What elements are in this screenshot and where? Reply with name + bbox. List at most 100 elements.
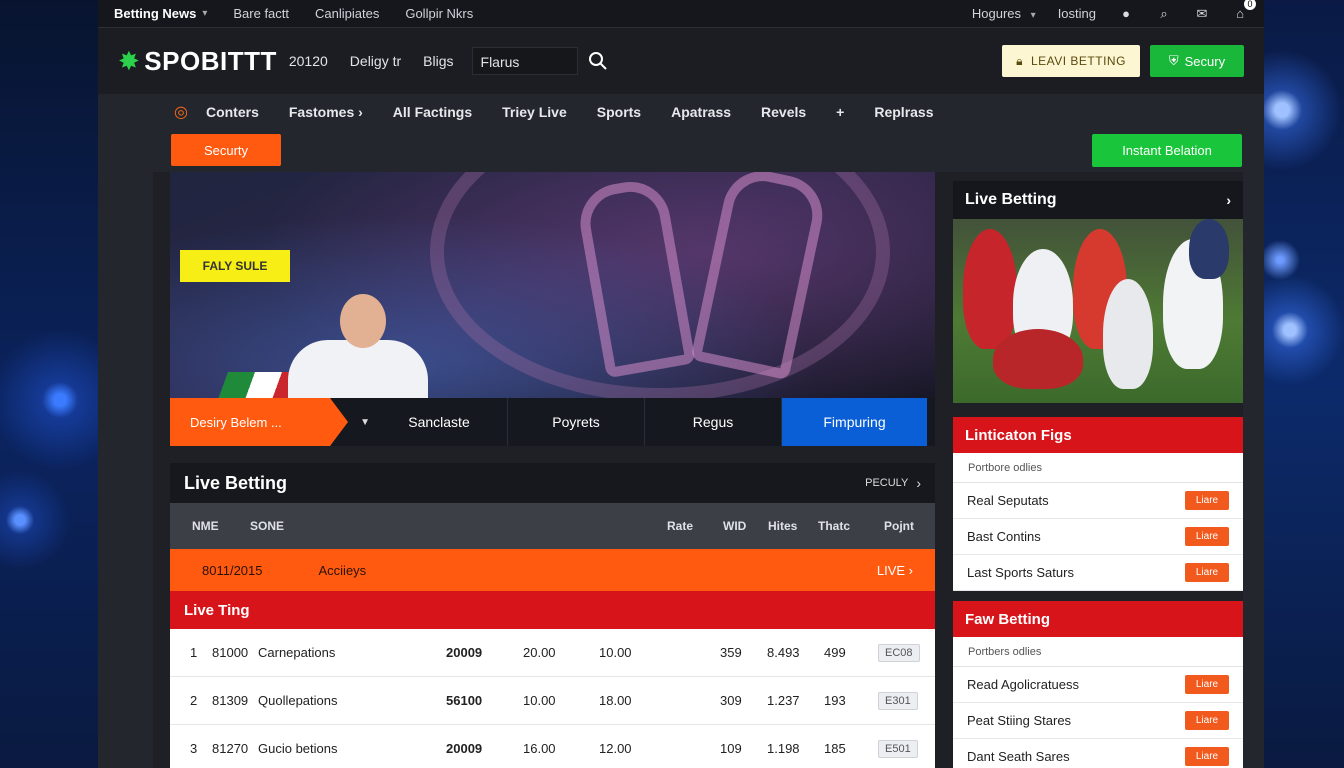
liare-button[interactable]: Liare bbox=[1185, 491, 1229, 510]
row-e: 1.237 bbox=[767, 693, 800, 708]
topbar-right-link-2[interactable]: Iosting bbox=[1058, 6, 1096, 21]
search-icon[interactable] bbox=[586, 49, 610, 73]
cart-icon[interactable]: ⌂ 0 bbox=[1232, 0, 1256, 22]
main-header: ✸ SPOBITTT 20120 Deligy tr Bligs Flarus … bbox=[98, 28, 1264, 94]
live-betting-table: Live Betting PECULY › NME SONE Rate WID H… bbox=[170, 463, 935, 768]
live-status[interactable]: LIVE › bbox=[877, 563, 913, 578]
topbar-right-link-1-label: Hogures bbox=[971, 6, 1022, 21]
logo-star-icon: ✸ bbox=[118, 45, 141, 76]
header-link-3[interactable]: Bligs bbox=[423, 53, 453, 69]
security-button[interactable]: ⛨ Secury bbox=[1150, 45, 1244, 77]
nav-item-9[interactable]: Replrass bbox=[874, 104, 933, 120]
nav-item-2[interactable]: Fastomes › bbox=[289, 104, 363, 120]
main-content: FALY SULE Desiry Belem ... ▼ Sanclaste Po… bbox=[153, 172, 1243, 768]
nav-item-plus[interactable]: + bbox=[836, 104, 844, 120]
more-link[interactable]: PECULY › bbox=[865, 475, 921, 491]
topbar-link-2[interactable]: Canlipiates bbox=[315, 6, 379, 21]
hero-tab-3[interactable]: Poyrets bbox=[507, 398, 644, 446]
row-code: 81309 bbox=[212, 693, 249, 708]
nav-item-7[interactable]: Revels bbox=[761, 104, 806, 120]
sidebar: Live Betting › Linticaton Figs Portbore … bbox=[953, 181, 1243, 768]
hero-tab-1[interactable]: Desiry Belem ... ▼ bbox=[170, 398, 370, 446]
liare-button[interactable]: Liare bbox=[1185, 747, 1229, 766]
list-item-label: Last Sports Saturs bbox=[967, 565, 1074, 580]
topbar-right-link-1[interactable]: Hogures ▾ bbox=[972, 6, 1036, 21]
row-tag[interactable]: E501 bbox=[878, 739, 918, 758]
liare-button[interactable]: Liare bbox=[1185, 527, 1229, 546]
nav-item-6[interactable]: Apatrass bbox=[671, 104, 731, 120]
header-link-2[interactable]: Deligy tr bbox=[350, 53, 401, 69]
row-f: 185 bbox=[824, 741, 846, 756]
row-b: 16.00 bbox=[523, 741, 556, 756]
chevron-down-icon[interactable]: ▾ bbox=[202, 8, 207, 19]
backdrop-left bbox=[0, 0, 100, 768]
col-header: Thatc bbox=[818, 519, 851, 533]
list-item[interactable]: Dant Seath Sares Liare bbox=[953, 739, 1243, 768]
featured-match-row[interactable]: 8011/2015 Acciieys LIVE › bbox=[170, 549, 935, 591]
liare-button[interactable]: Liare bbox=[1185, 675, 1229, 694]
nav-item-1[interactable]: Conters bbox=[206, 104, 259, 120]
search-input[interactable]: Flarus bbox=[471, 47, 578, 75]
row-num: 1 bbox=[190, 645, 198, 660]
hero-tab-1-label: Desiry Belem ... bbox=[190, 414, 282, 430]
list-item[interactable]: Bast Contins Liare bbox=[953, 519, 1243, 555]
nav-item-3[interactable]: All Factings bbox=[393, 104, 472, 120]
promo-badge[interactable]: FALY SULE bbox=[180, 250, 290, 282]
site-logo[interactable]: ✸ SPOBITTT bbox=[118, 46, 277, 77]
main-nav: ◎ Conters Fastomes › All Factings Triey … bbox=[98, 94, 1264, 130]
table-row[interactable]: 2 81309 Quollepations 56100 10.00 18.00 … bbox=[170, 677, 935, 725]
header-link-1[interactable]: 20120 bbox=[289, 53, 328, 69]
hero-tab-4[interactable]: Regus bbox=[644, 398, 781, 446]
globe-icon[interactable]: ● bbox=[1118, 6, 1134, 22]
col-header: Hites bbox=[768, 519, 798, 533]
panel-title: Linticaton Figs bbox=[953, 417, 1243, 453]
search-icon[interactable]: ⌕ bbox=[1156, 6, 1172, 22]
sidebar-live-header[interactable]: Live Betting › bbox=[953, 181, 1243, 219]
home-icon[interactable]: ◎ bbox=[174, 102, 188, 122]
nav-item-5[interactable]: Sports bbox=[597, 104, 641, 120]
mail-icon[interactable]: ✉ bbox=[1194, 6, 1210, 22]
row-d: 359 bbox=[720, 645, 742, 660]
list-item[interactable]: Read Agolicratuess Liare bbox=[953, 667, 1243, 703]
hero-tab-2[interactable]: Sanclaste bbox=[330, 398, 507, 446]
player-shape bbox=[1103, 279, 1153, 389]
row-tag[interactable]: EC08 bbox=[878, 643, 920, 662]
hero-tabs: Desiry Belem ... ▼ Sanclaste Poyrets Regu… bbox=[170, 398, 935, 446]
panel-title: Faw Betting bbox=[953, 601, 1243, 637]
cart-count-badge: 0 bbox=[1244, 0, 1256, 10]
table-row[interactable]: 3 81270 Gucio betions 20009 16.00 12.00 … bbox=[170, 725, 935, 768]
topbar-link-3[interactable]: Gollpir Nkrs bbox=[405, 6, 473, 21]
row-tag[interactable]: E301 bbox=[878, 691, 918, 710]
table-row[interactable]: 1 81000 Carnepations 20009 20.00 10.00 3… bbox=[170, 629, 935, 677]
list-item-label: Read Agolicratuess bbox=[967, 677, 1080, 692]
row-name: Carnepations bbox=[258, 645, 336, 660]
row-b: 20.00 bbox=[523, 645, 556, 660]
brand-news-link[interactable]: Betting News bbox=[114, 6, 196, 21]
panel-faw-betting: Faw Betting Portbers odlies Read Agolicr… bbox=[953, 601, 1243, 768]
action-bar: Securty Instant Belation bbox=[98, 130, 1264, 170]
app-window: Betting News ▾ Bare factt Canlipiates Go… bbox=[98, 0, 1264, 768]
football-action-image[interactable] bbox=[953, 219, 1243, 403]
player-shape bbox=[963, 229, 1017, 349]
leave-betting-label: LEAVI BETTING bbox=[1030, 54, 1126, 68]
player-shape bbox=[993, 329, 1083, 389]
row-code: 81000 bbox=[212, 645, 249, 660]
more-label: PECULY bbox=[865, 477, 909, 489]
topbar-link-1[interactable]: Bare factt bbox=[233, 6, 289, 21]
list-item[interactable]: Last Sports Saturs Liare bbox=[953, 555, 1243, 591]
liare-button[interactable]: Liare bbox=[1185, 563, 1229, 582]
nav-item-4[interactable]: Triey Live bbox=[502, 104, 567, 120]
liare-button[interactable]: Liare bbox=[1185, 711, 1229, 730]
instant-belation-button[interactable]: Instant Belation bbox=[1092, 133, 1242, 167]
table-header: NME SONE Rate WID Hites Thatc Pojnt bbox=[170, 503, 935, 549]
security-orange-button[interactable]: Securty bbox=[171, 134, 281, 166]
list-item[interactable]: Real Seputats Liare bbox=[953, 483, 1243, 519]
chevron-right-icon: › bbox=[916, 475, 921, 491]
chevron-right-icon: › bbox=[1226, 192, 1231, 208]
list-item-label: Bast Contins bbox=[967, 529, 1041, 544]
hero-tab-5[interactable]: Fimpuring bbox=[781, 398, 927, 446]
hero-banner[interactable]: FALY SULE Desiry Belem ... ▼ Sanclaste Po… bbox=[170, 172, 935, 446]
list-item[interactable]: Peat Stiing Stares Liare bbox=[953, 703, 1243, 739]
row-f: 499 bbox=[824, 645, 846, 660]
leave-betting-button[interactable]: 🔒︎ LEAVI BETTING bbox=[1002, 45, 1140, 77]
